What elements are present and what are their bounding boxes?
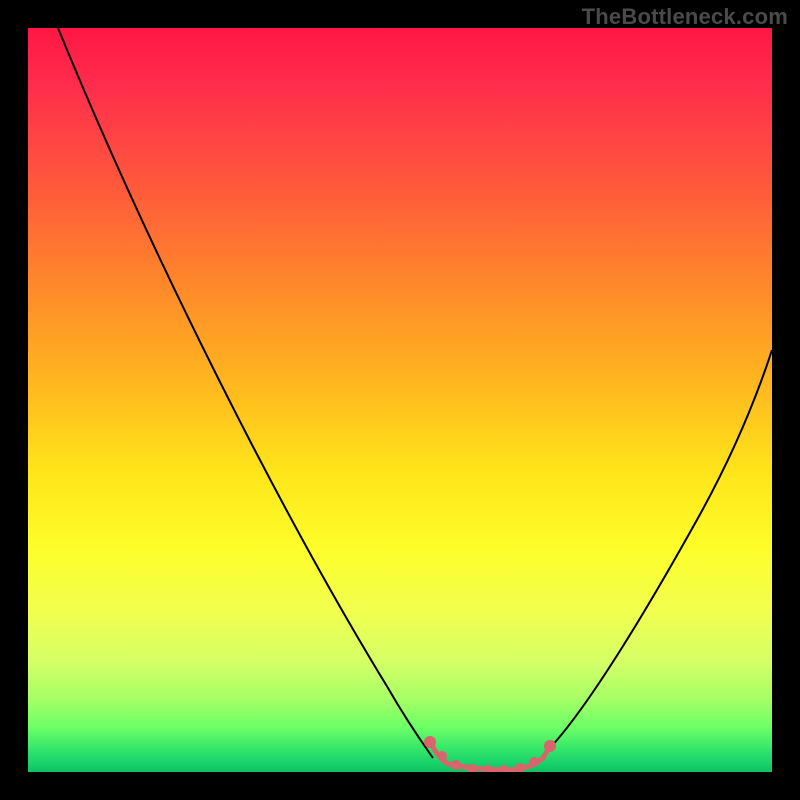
dot-7 bbox=[515, 763, 525, 772]
curves-svg bbox=[28, 28, 772, 772]
curve-right-branch bbox=[548, 350, 772, 750]
dot-8 bbox=[529, 757, 539, 767]
dot-5 bbox=[483, 765, 493, 772]
dot-1 bbox=[424, 736, 436, 748]
valley-dots bbox=[424, 736, 556, 772]
dot-9 bbox=[544, 740, 556, 752]
chart-frame: TheBottleneck.com bbox=[0, 0, 800, 800]
dot-3 bbox=[451, 760, 461, 770]
plot-area bbox=[28, 28, 772, 772]
dot-6 bbox=[499, 765, 509, 772]
curve-left-branch bbox=[58, 28, 433, 758]
dot-2 bbox=[437, 751, 447, 761]
attribution-text: TheBottleneck.com bbox=[582, 4, 788, 30]
